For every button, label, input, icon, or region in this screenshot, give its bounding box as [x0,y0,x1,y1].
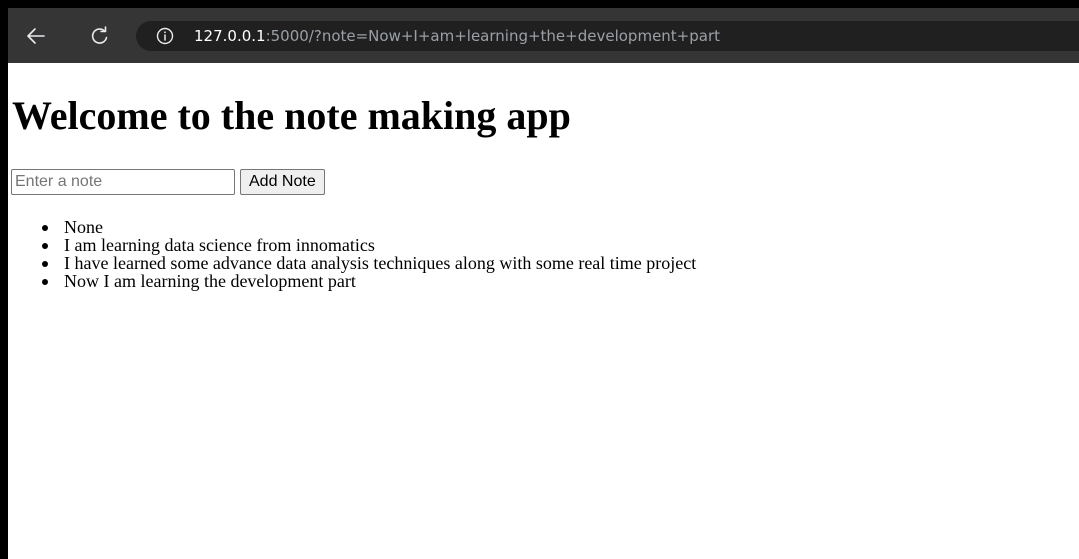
toolbar-background: 127.0.0.1:5000/?note=Now+I+am+learning+t… [8,8,1079,63]
page-title: Welcome to the note making app [12,93,571,138]
page-content: Welcome to the note making app Add Note … [8,63,1079,559]
url-host: 127.0.0.1 [194,27,266,45]
reload-button[interactable] [88,24,112,48]
note-item: Now I am learning the development part [24,272,696,290]
address-bar[interactable]: 127.0.0.1:5000/?note=Now+I+am+learning+t… [136,21,1079,51]
add-note-button[interactable]: Add Note [240,169,325,195]
url-path: :5000/?note=Now+I+am+learning+the+develo… [265,27,721,45]
back-arrow-icon [27,28,45,44]
note-form: Add Note [11,169,325,195]
note-item: I have learned some advance data analysi… [24,254,696,272]
note-item: I am learning data science from innomati… [24,236,696,254]
browser-toolbar: 127.0.0.1:5000/?note=Now+I+am+learning+t… [0,0,1079,63]
url-text[interactable]: 127.0.0.1:5000/?note=Now+I+am+learning+t… [194,25,720,47]
browser-window: 127.0.0.1:5000/?note=Now+I+am+learning+t… [0,0,1079,559]
info-icon[interactable] [156,27,174,45]
note-item: None [24,218,696,236]
note-input[interactable] [11,169,235,195]
reload-icon [91,26,108,44]
back-button[interactable] [24,24,48,48]
notes-list: None I am learning data science from inn… [24,218,696,290]
